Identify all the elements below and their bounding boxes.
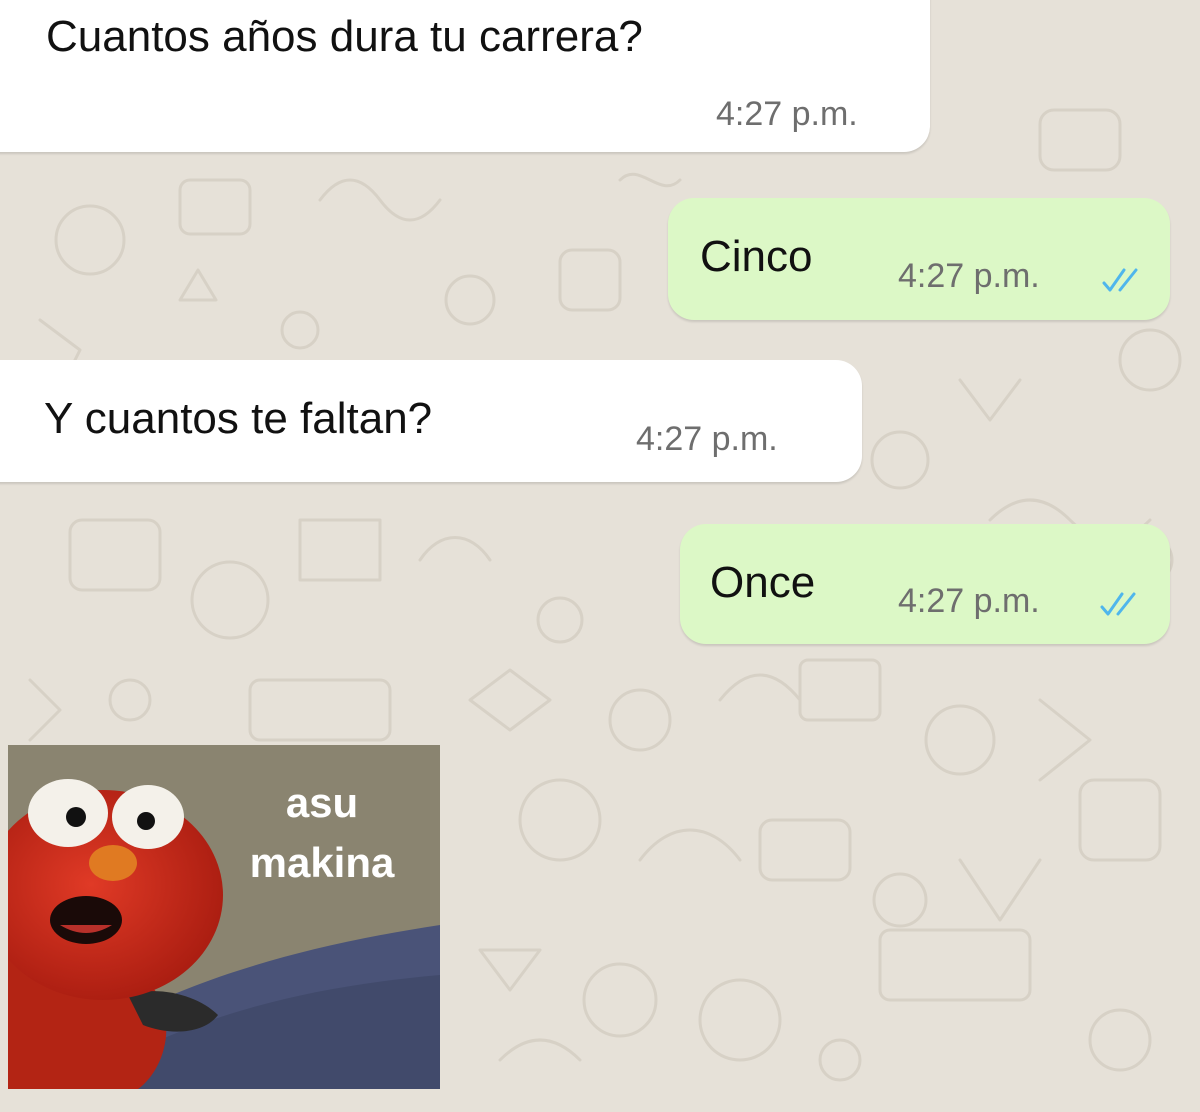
message-timestamp: 4:27 p.m. (898, 582, 1040, 620)
double-check-read-icon (1102, 268, 1138, 292)
message-timestamp: 4:27 p.m. (636, 420, 778, 458)
message-bubble-incoming[interactable]: Y cuantos te faltan? 4:27 p.m. (0, 360, 862, 482)
message-bubble-incoming[interactable]: Cuantos años dura tu carrera? 4:27 p.m. (0, 0, 930, 152)
message-timestamp: 4:27 p.m. (716, 95, 858, 133)
message-bubble-outgoing[interactable]: Once 4:27 p.m. (680, 524, 1170, 644)
double-check-read-icon (1100, 592, 1136, 616)
message-text: Cuantos años dura tu carrera? (46, 12, 643, 61)
sticker-image[interactable]: asu makina (8, 745, 440, 1089)
sticker-caption-line: makina (249, 839, 395, 886)
message-text: Cinco (700, 232, 813, 281)
chat-screen: { "colors": { "background": "#e6e1d8", "… (0, 0, 1200, 1112)
message-timestamp: 4:27 p.m. (898, 257, 1040, 295)
message-bubble-outgoing[interactable]: Cinco 4:27 p.m. (668, 198, 1170, 320)
message-text: Once (710, 558, 816, 607)
message-text: Y cuantos te faltan? (44, 394, 433, 443)
sticker-caption-line: asu (285, 779, 359, 826)
sticker-caption: asu makina (204, 773, 440, 893)
